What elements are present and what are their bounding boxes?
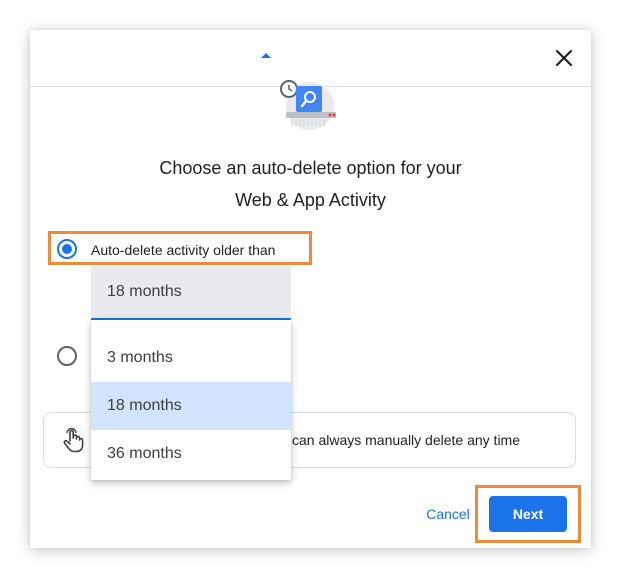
manual-delete-info-text: can always manually delete any time xyxy=(292,432,521,448)
dont-auto-delete-radio[interactable] xyxy=(57,346,77,366)
menu-item-18-months[interactable]: 18 months xyxy=(91,382,291,430)
duration-select-value: 18 months xyxy=(107,283,182,300)
menu-item-36-months[interactable]: 36 months xyxy=(91,430,291,478)
next-button[interactable]: Next xyxy=(489,496,567,532)
auto-delete-radio[interactable] xyxy=(57,239,77,259)
heading-line-1: Choose an auto-delete option for your xyxy=(159,158,462,178)
auto-delete-label[interactable]: Auto-delete activity older than xyxy=(91,242,275,258)
hand-touch-icon xyxy=(63,427,84,453)
cancel-button[interactable]: Cancel xyxy=(416,498,480,530)
caret-up-icon xyxy=(261,53,271,58)
duration-menu: 3 months 18 months 36 months xyxy=(91,320,291,480)
menu-item-3-months[interactable]: 3 months xyxy=(91,334,291,382)
close-icon xyxy=(555,49,573,67)
heading-line-2: Web & App Activity xyxy=(235,190,386,210)
dialog-header xyxy=(30,30,591,87)
auto-delete-dialog: Choose an auto-delete option for your We… xyxy=(30,30,591,548)
shredder-illustration-icon xyxy=(280,80,336,130)
duration-select[interactable]: 18 months xyxy=(91,266,291,320)
close-button[interactable] xyxy=(552,46,576,70)
dialog-heading: Choose an auto-delete option for your We… xyxy=(30,152,591,216)
